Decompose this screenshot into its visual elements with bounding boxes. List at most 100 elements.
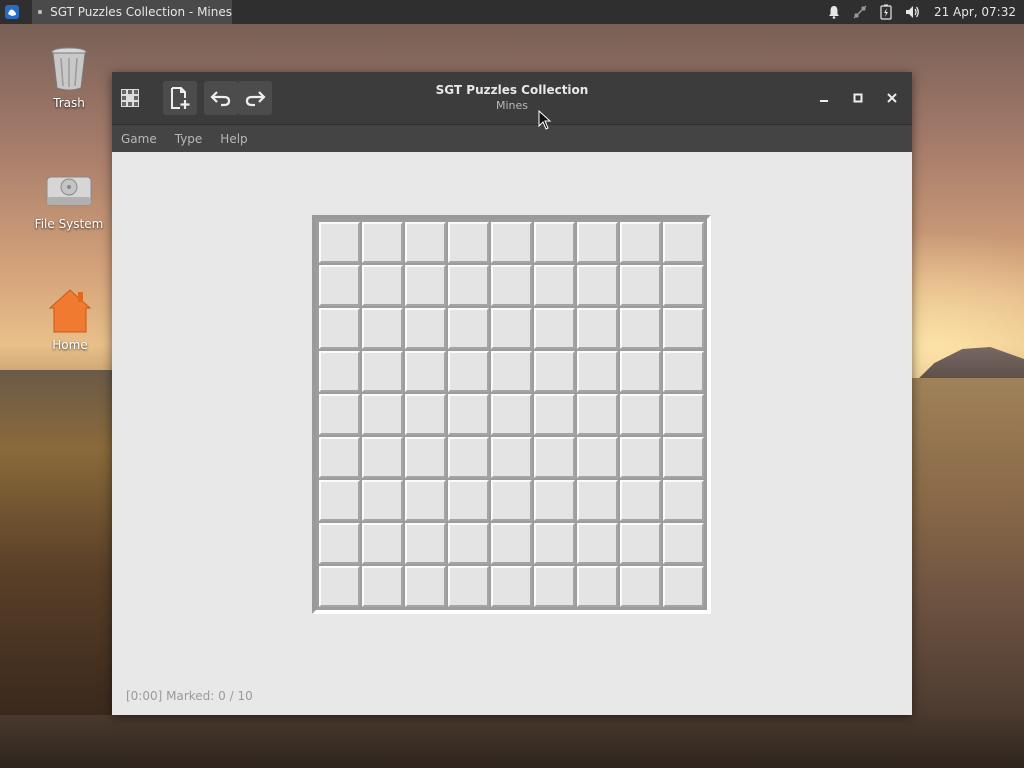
- mine-cell[interactable]: [576, 350, 619, 393]
- mine-cell[interactable]: [361, 264, 404, 307]
- mine-cell[interactable]: [533, 264, 576, 307]
- mine-cell[interactable]: [619, 393, 662, 436]
- mine-cell[interactable]: [662, 350, 705, 393]
- mine-cell[interactable]: [490, 350, 533, 393]
- mine-cell[interactable]: [318, 436, 361, 479]
- mine-cell[interactable]: [662, 393, 705, 436]
- mine-cell[interactable]: [576, 479, 619, 522]
- mine-cell[interactable]: [533, 350, 576, 393]
- volume-icon[interactable]: [904, 4, 920, 20]
- mine-cell[interactable]: [490, 307, 533, 350]
- whisker-menu-icon[interactable]: [4, 4, 20, 20]
- mine-cell[interactable]: [318, 264, 361, 307]
- mine-cell[interactable]: [447, 307, 490, 350]
- network-disconnected-icon[interactable]: [852, 4, 868, 20]
- menu-help[interactable]: Help: [220, 132, 247, 146]
- mine-cell[interactable]: [619, 436, 662, 479]
- mine-cell[interactable]: [533, 393, 576, 436]
- mine-cell[interactable]: [619, 221, 662, 264]
- mine-cell[interactable]: [576, 264, 619, 307]
- mine-cell[interactable]: [533, 221, 576, 264]
- desktop-icon-trash[interactable]: Trash: [29, 44, 109, 110]
- mine-cell[interactable]: [576, 522, 619, 565]
- mine-cell[interactable]: [447, 350, 490, 393]
- mine-cell[interactable]: [318, 307, 361, 350]
- mine-cell[interactable]: [361, 307, 404, 350]
- mine-cell[interactable]: [361, 436, 404, 479]
- mine-cell[interactable]: [619, 264, 662, 307]
- mine-cell[interactable]: [576, 393, 619, 436]
- mine-cell[interactable]: [533, 565, 576, 608]
- mine-cell[interactable]: [576, 436, 619, 479]
- minimize-button[interactable]: [816, 90, 832, 106]
- mine-cell[interactable]: [361, 350, 404, 393]
- mine-cell[interactable]: [533, 436, 576, 479]
- window-titlebar[interactable]: SGT Puzzles Collection Mines: [112, 72, 912, 124]
- mine-cell[interactable]: [447, 479, 490, 522]
- mine-cell[interactable]: [490, 221, 533, 264]
- menu-type[interactable]: Type: [175, 132, 203, 146]
- mine-cell[interactable]: [662, 565, 705, 608]
- notification-bell-icon[interactable]: [826, 4, 842, 20]
- wallpaper-ground-bottom: [0, 715, 1024, 768]
- close-button[interactable]: [884, 90, 900, 106]
- mine-cell[interactable]: [490, 393, 533, 436]
- mine-cell[interactable]: [662, 221, 705, 264]
- mine-cell[interactable]: [490, 436, 533, 479]
- mine-cell[interactable]: [361, 479, 404, 522]
- mine-cell[interactable]: [576, 307, 619, 350]
- mine-cell[interactable]: [662, 307, 705, 350]
- mine-cell[interactable]: [404, 221, 447, 264]
- mine-cell[interactable]: [490, 522, 533, 565]
- mine-cell[interactable]: [619, 479, 662, 522]
- mine-cell[interactable]: [318, 522, 361, 565]
- mine-cell[interactable]: [447, 522, 490, 565]
- mine-cell[interactable]: [318, 565, 361, 608]
- mine-cell[interactable]: [318, 479, 361, 522]
- mine-cell[interactable]: [490, 479, 533, 522]
- mine-cell[interactable]: [361, 393, 404, 436]
- mine-cell[interactable]: [533, 522, 576, 565]
- mine-cell[interactable]: [404, 479, 447, 522]
- mine-cell[interactable]: [619, 522, 662, 565]
- mine-cell[interactable]: [662, 479, 705, 522]
- mine-cell[interactable]: [318, 393, 361, 436]
- mine-cell[interactable]: [318, 350, 361, 393]
- mine-cell[interactable]: [447, 565, 490, 608]
- mine-cell[interactable]: [404, 393, 447, 436]
- mine-cell[interactable]: [447, 264, 490, 307]
- desktop-icon-label: File System: [34, 217, 104, 231]
- mine-cell[interactable]: [447, 221, 490, 264]
- desktop-icon-file-system[interactable]: File System: [29, 165, 109, 231]
- mine-cell[interactable]: [619, 565, 662, 608]
- mine-cell[interactable]: [404, 350, 447, 393]
- menu-game[interactable]: Game: [121, 132, 157, 146]
- panel-clock[interactable]: 21 Apr, 07:32: [934, 5, 1016, 19]
- mine-cell[interactable]: [361, 522, 404, 565]
- mine-cell[interactable]: [662, 522, 705, 565]
- mine-cell[interactable]: [619, 307, 662, 350]
- mine-cell[interactable]: [447, 393, 490, 436]
- mine-cell[interactable]: [533, 307, 576, 350]
- mine-cell[interactable]: [404, 522, 447, 565]
- mine-cell[interactable]: [490, 264, 533, 307]
- desktop-icon-home[interactable]: Home: [30, 286, 110, 352]
- mine-cell[interactable]: [404, 436, 447, 479]
- mine-cell[interactable]: [404, 565, 447, 608]
- taskbar-window-button[interactable]: SGT Puzzles Collection - Mines: [32, 0, 232, 24]
- mine-cell[interactable]: [662, 436, 705, 479]
- mine-cell[interactable]: [361, 565, 404, 608]
- mine-cell[interactable]: [404, 307, 447, 350]
- mine-cell[interactable]: [662, 264, 705, 307]
- mine-cell[interactable]: [576, 565, 619, 608]
- mine-cell[interactable]: [576, 221, 619, 264]
- mine-cell[interactable]: [361, 221, 404, 264]
- maximize-button[interactable]: [850, 90, 866, 106]
- mine-cell[interactable]: [318, 221, 361, 264]
- mine-cell[interactable]: [447, 436, 490, 479]
- mine-cell[interactable]: [533, 479, 576, 522]
- battery-charging-icon[interactable]: [878, 4, 894, 20]
- mine-cell[interactable]: [490, 565, 533, 608]
- mine-cell[interactable]: [404, 264, 447, 307]
- mine-cell[interactable]: [619, 350, 662, 393]
